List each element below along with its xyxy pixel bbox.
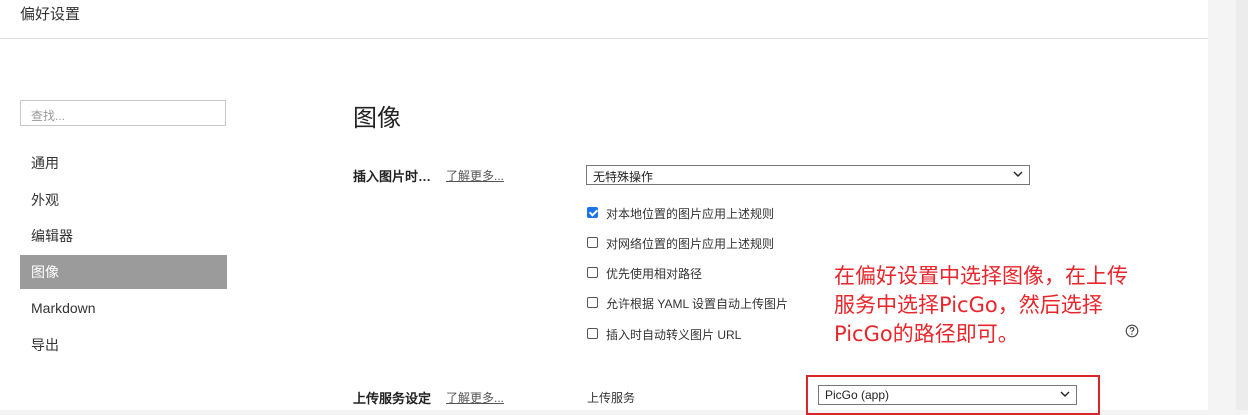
checkbox-network-images[interactable]: [587, 237, 598, 248]
annotation-text: 在偏好设置中选择图像，在上传 服务中选择PicGo，然后选择 PicGo的路径即…: [834, 262, 1174, 349]
search-input[interactable]: 查找...: [20, 100, 226, 126]
preferences-window: 偏好设置 查找... 通用 外观 编辑器 图像 Markdown 导出 图像 插…: [0, 0, 1208, 415]
window-title: 偏好设置: [20, 6, 81, 23]
annotation-line: PicGo的路径即可。: [834, 322, 1019, 346]
option-label: 允许根据 YAML 设置自动上传图片: [606, 297, 789, 311]
insert-image-label: 插入图片时…: [353, 169, 432, 184]
upload-service-settings-label: 上传服务设定: [353, 391, 432, 406]
checkbox-relative-path[interactable]: [587, 267, 598, 278]
sidebar-item-general[interactable]: 通用: [20, 146, 227, 180]
insert-image-select[interactable]: 无特殊操作: [586, 165, 1030, 185]
sidebar-item-markdown[interactable]: Markdown: [20, 291, 227, 325]
sidebar-item-editor[interactable]: 编辑器: [20, 219, 227, 253]
upload-service-select[interactable]: PicGo (app): [818, 385, 1077, 405]
annotation-line: 服务中选择PicGo，然后选择: [834, 293, 1103, 317]
title-bar: 偏好设置: [0, 0, 1208, 39]
scrollbar[interactable]: [1236, 0, 1248, 410]
upload-service-select-value: PicGo (app): [825, 388, 890, 402]
checkbox-escape-url[interactable]: [587, 328, 598, 339]
sidebar-item-appearance[interactable]: 外观: [20, 183, 227, 217]
upload-learn-more-link[interactable]: 了解更多...: [446, 389, 504, 406]
chevron-down-icon: [1013, 171, 1023, 177]
insert-image-learn-more-link[interactable]: 了解更多...: [446, 167, 504, 184]
option-label: 插入时自动转义图片 URL: [606, 328, 742, 342]
annotation-line: 在偏好设置中选择图像，在上传: [834, 264, 1128, 288]
page-title: 图像: [353, 105, 401, 132]
help-icon[interactable]: [1125, 324, 1139, 338]
sidebar-item-image[interactable]: 图像: [20, 255, 227, 289]
checkbox-local-images[interactable]: [587, 207, 598, 218]
option-label: 对网络位置的图片应用上述规则: [606, 237, 775, 251]
option-label: 优先使用相对路径: [606, 267, 703, 281]
insert-image-select-value: 无特殊操作: [593, 170, 654, 184]
upload-service-label: 上传服务: [587, 391, 636, 405]
option-label: 对本地位置的图片应用上述规则: [606, 207, 775, 221]
sidebar-item-export[interactable]: 导出: [20, 328, 227, 362]
checkbox-yaml-upload[interactable]: [587, 297, 598, 308]
chevron-down-icon: [1060, 391, 1070, 397]
